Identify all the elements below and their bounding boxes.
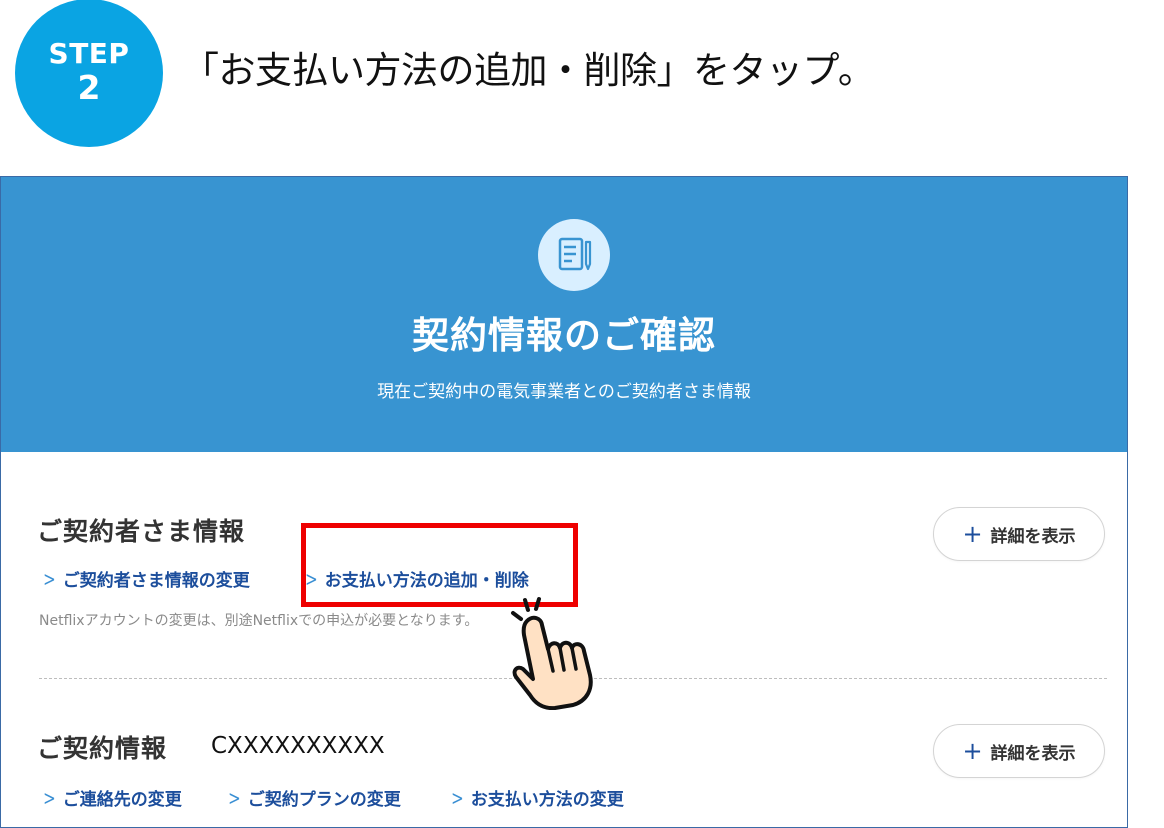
document-pen-icon xyxy=(538,219,610,291)
details-button-label: 詳細を表示 xyxy=(990,743,1076,764)
step-label: STEP xyxy=(48,37,130,70)
contract-details-button[interactable]: + 詳細を表示 xyxy=(933,724,1105,778)
tap-hand-icon xyxy=(511,597,593,710)
step-badge: STEP 2 xyxy=(15,0,163,147)
plus-icon: + xyxy=(962,520,983,548)
page-title: 契約情報のご確認 xyxy=(412,314,716,357)
contract-number: CXXXXXXXXXX xyxy=(211,733,385,759)
link-label: ご連絡先の変更 xyxy=(62,790,182,810)
netflix-note: Netflixアカウントの変更は、別途Netflixでの申込が必要となります。 xyxy=(39,613,479,629)
step-number: 2 xyxy=(77,68,101,107)
chevron-right-icon: > xyxy=(451,785,464,810)
plus-icon: + xyxy=(962,737,983,765)
change-contact-link[interactable]: > ご連絡先の変更 xyxy=(41,785,182,811)
subscriber-section-title: ご契約者さま情報 xyxy=(37,517,246,546)
page-subtitle: 現在ご契約中の電気事業者とのご契約者さま情報 xyxy=(377,382,751,402)
subscriber-details-button[interactable]: + 詳細を表示 xyxy=(933,507,1105,561)
link-label: お支払い方法の変更 xyxy=(470,790,624,810)
chevron-right-icon: > xyxy=(228,785,241,810)
chevron-right-icon: > xyxy=(43,566,56,591)
instruction-text: 「お支払い方法の追加・削除」をタップ。 xyxy=(182,49,875,92)
contract-section-title: ご契約情報 xyxy=(37,734,168,763)
link-label: ご契約プランの変更 xyxy=(247,790,401,810)
screenshot-frame: 契約情報のご確認 現在ご契約中の電気事業者とのご契約者さま情報 ご契約者さま情報… xyxy=(0,176,1128,828)
change-plan-link[interactable]: > ご契約プランの変更 xyxy=(226,785,401,811)
chevron-right-icon: > xyxy=(43,785,56,810)
change-subscriber-info-link[interactable]: > ご契約者さま情報の変更 xyxy=(41,566,250,592)
link-label: ご契約者さま情報の変更 xyxy=(62,571,250,591)
hero-banner: 契約情報のご確認 現在ご契約中の電気事業者とのご契約者さま情報 xyxy=(1,177,1127,452)
change-payment-method-link[interactable]: > お支払い方法の変更 xyxy=(449,785,624,811)
details-button-label: 詳細を表示 xyxy=(990,526,1076,547)
